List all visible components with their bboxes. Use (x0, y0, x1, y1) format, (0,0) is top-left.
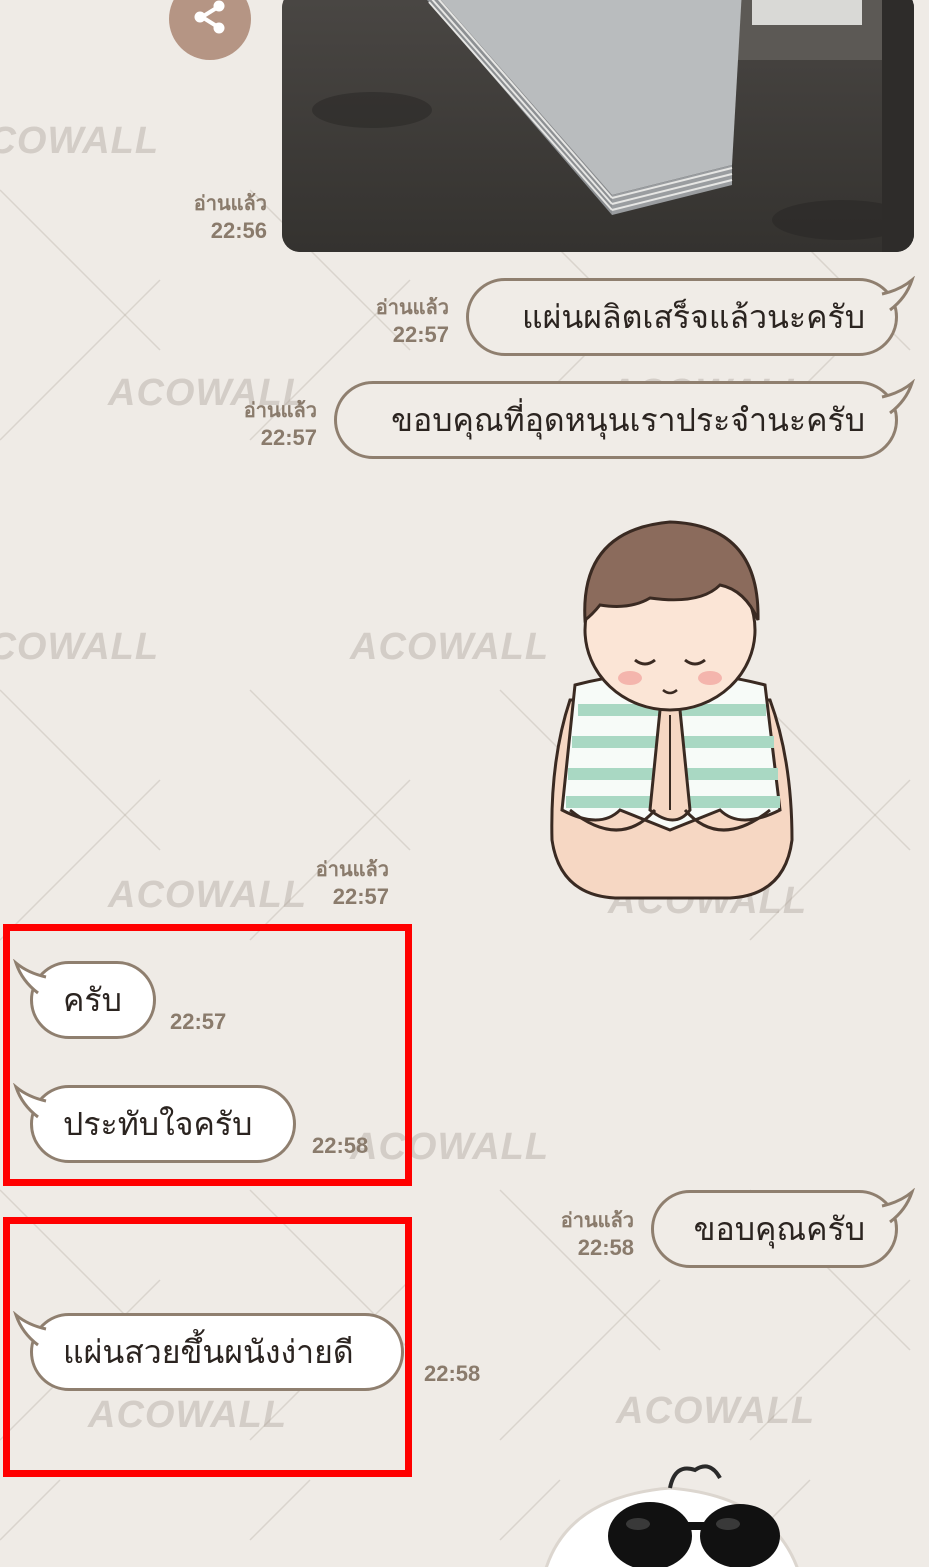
watermark-text: ACOWALL (0, 626, 160, 668)
outgoing-message-bubble[interactable]: ขอบคุณครับ (651, 1190, 898, 1268)
message-text: แผ่นสวยขึ้นผนังง่ายดี (63, 1332, 354, 1371)
timestamp: 22:58 (424, 1361, 481, 1386)
message-meta: 22:58 (424, 1360, 480, 1388)
incoming-message-bubble[interactable]: ครับ (30, 961, 156, 1039)
share-icon (189, 0, 231, 42)
timestamp: 22:58 (577, 1235, 634, 1260)
watermark-text: ACOWALL (108, 874, 308, 916)
message-meta: อ่านแล้ว 22:57 (376, 296, 449, 349)
praying-sticker[interactable] (530, 510, 810, 910)
incoming-message-bubble[interactable]: ประทับใจครับ (30, 1085, 296, 1163)
message-meta: 22:57 (170, 1008, 226, 1036)
read-status: อ่านแล้ว (243, 400, 317, 422)
watermark-text: ACOWALL (0, 120, 160, 162)
message-text: ขอบคุณที่อุดหนุนเราประจำนะครับ (391, 400, 865, 439)
message-text: ครับ (63, 980, 122, 1019)
watermark-text: ACOWALL (616, 1390, 816, 1432)
read-status: อ่านแล้ว (193, 193, 267, 215)
message-meta: อ่านแล้ว 22:57 (244, 399, 317, 452)
bubble-tail (881, 276, 915, 312)
sunglasses-sticker[interactable] (520, 1458, 820, 1567)
bubble-tail (13, 1311, 47, 1347)
panel-stack-image (282, 0, 914, 252)
message-meta: 22:58 (312, 1132, 368, 1160)
read-status: อ่านแล้ว (560, 1210, 634, 1232)
message-meta: อ่านแล้ว 22:57 (316, 858, 389, 911)
timestamp: 22:56 (210, 218, 267, 243)
timestamp: 22:57 (332, 884, 389, 909)
message-text: ประทับใจครับ (63, 1104, 253, 1143)
message-meta: อ่านแล้ว 22:58 (561, 1209, 634, 1262)
watermark-text: ACOWALL (350, 626, 550, 668)
read-status: อ่านแล้ว (315, 859, 389, 881)
incoming-message-bubble[interactable]: แผ่นสวยขึ้นผนังง่ายดี (30, 1313, 404, 1391)
message-meta: อ่านแล้ว 22:56 (194, 192, 267, 245)
timestamp: 22:57 (392, 322, 449, 347)
message-text: ขอบคุณครับ (693, 1209, 865, 1248)
outgoing-message-bubble[interactable]: ขอบคุณที่อุดหนุนเราประจำนะครับ (334, 381, 898, 459)
read-status: อ่านแล้ว (375, 297, 449, 319)
message-text: แผ่นผลิตเสร็จแล้วนะครับ (522, 297, 865, 336)
photo-message[interactable] (282, 0, 914, 252)
bubble-tail (13, 1083, 47, 1119)
bubble-tail (881, 1188, 915, 1224)
outgoing-message-bubble[interactable]: แผ่นผลิตเสร็จแล้วนะครับ (466, 278, 898, 356)
timestamp: 22:58 (312, 1133, 369, 1158)
bubble-tail (13, 959, 47, 995)
timestamp: 22:57 (260, 425, 317, 450)
bubble-tail (881, 379, 915, 415)
timestamp: 22:57 (170, 1009, 227, 1034)
